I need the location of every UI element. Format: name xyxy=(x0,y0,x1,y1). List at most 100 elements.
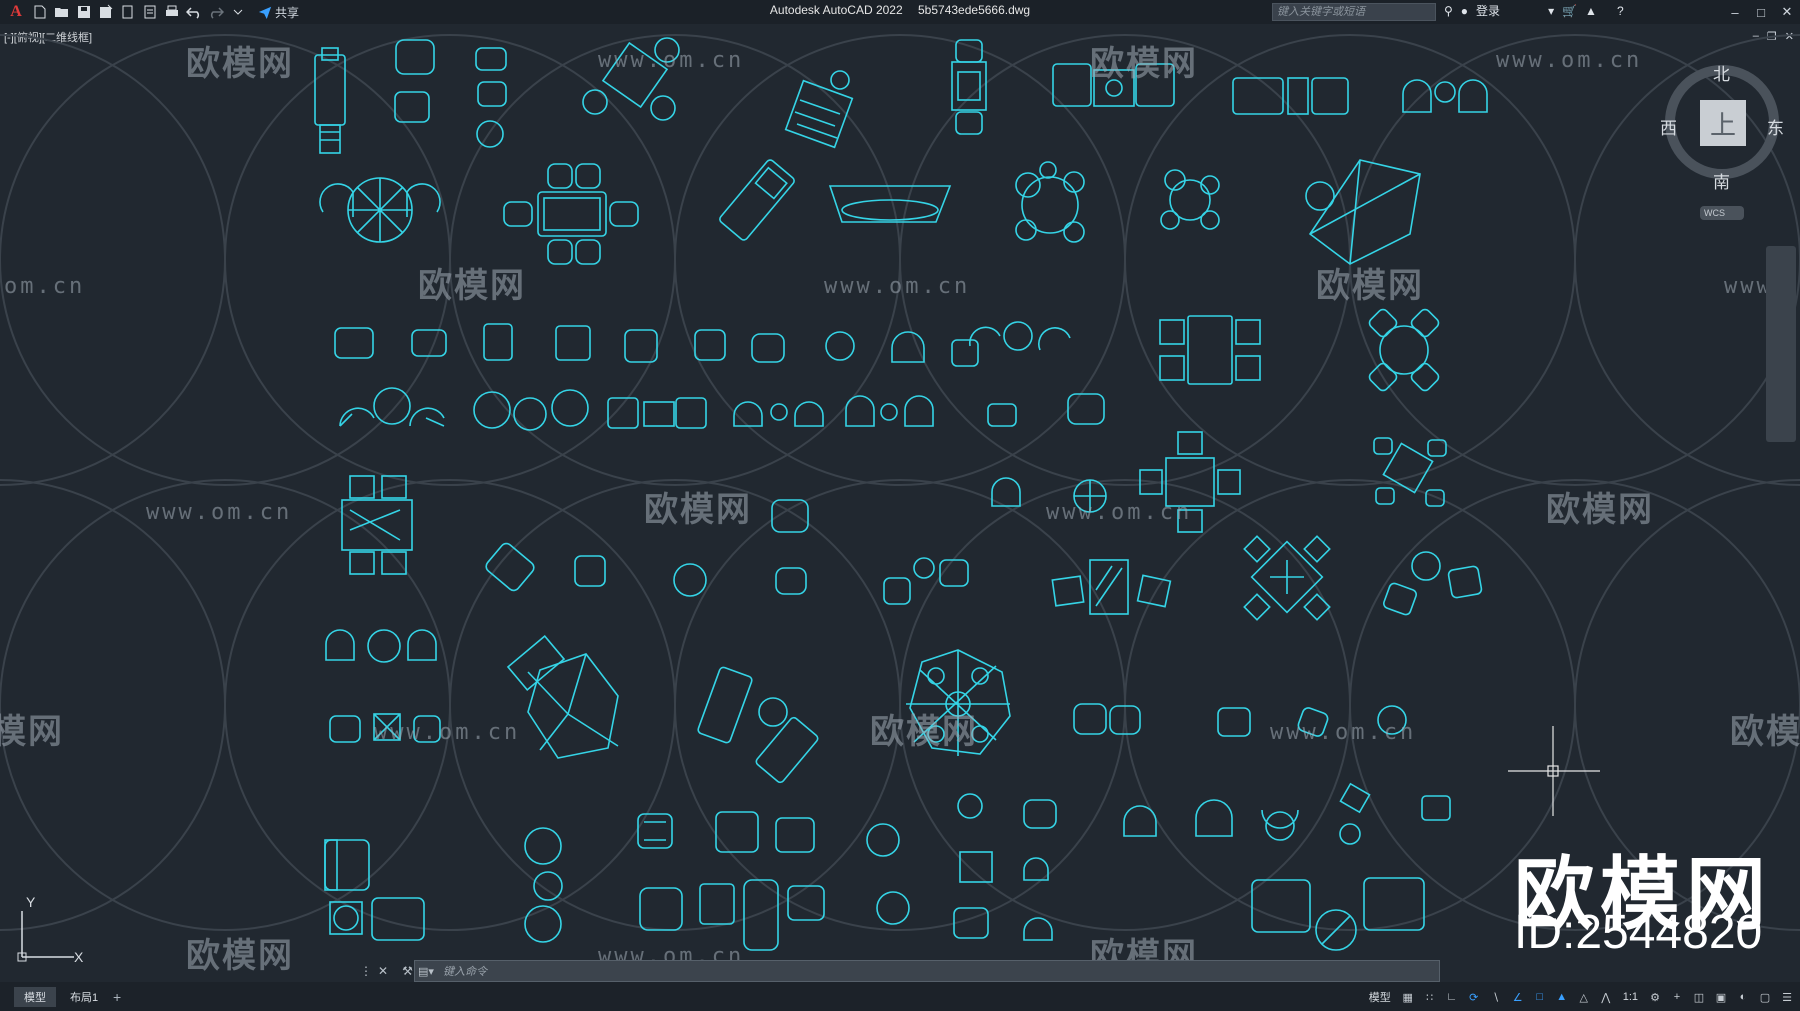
window-controls: – □ ✕ xyxy=(1722,0,1800,24)
ucs-y-label: Y xyxy=(26,895,36,910)
watermark-brand: 欧模网 xyxy=(186,937,294,975)
block-chair-pair-2 xyxy=(1073,703,1141,735)
watermark-brand: 欧模网 xyxy=(1546,491,1654,529)
ortho-icon[interactable]: ∟ xyxy=(1443,988,1461,1006)
isodraft-icon[interactable]: ∖ xyxy=(1487,988,1505,1006)
close-icon[interactable]: ✕ xyxy=(1774,0,1800,24)
save-as-icon[interactable] xyxy=(96,2,116,22)
chevron-down-icon[interactable]: ▾ xyxy=(1548,4,1554,18)
compass-north[interactable]: 北 xyxy=(1713,60,1730,85)
watermark-url: www.om.cn xyxy=(374,720,521,745)
watermark-url: www.om.cn xyxy=(1270,720,1417,745)
watermark-url: www.om.cn xyxy=(1496,48,1643,73)
watermark-brand: 欧模网 xyxy=(644,491,752,529)
share-label: 共享 xyxy=(275,5,300,20)
search-icon[interactable]: ⚲ xyxy=(1444,4,1453,18)
quick-properties-icon[interactable]: ▣ xyxy=(1712,988,1730,1006)
workspace-gear-icon[interactable]: ⚙ xyxy=(1646,988,1664,1006)
customize-chevron-icon[interactable] xyxy=(228,2,248,22)
maximize-icon[interactable]: □ xyxy=(1748,0,1774,24)
quick-access-toolbar: A 共享 xyxy=(0,0,299,24)
user-icon[interactable]: ● xyxy=(1461,4,1468,18)
watermark-brand: 欧模网 xyxy=(1730,713,1800,751)
cart-icon[interactable]: 🛒 xyxy=(1562,4,1577,18)
share-button[interactable]: 共享 xyxy=(258,4,299,21)
undo-icon[interactable] xyxy=(184,2,204,22)
watermark-url: www.om.cn xyxy=(824,274,971,299)
status-toggles: 模型 ▦ ∷ ∟ ⟳ ∖ ∠ □ ▲ △ ⋀ 1:1 ⚙ + ◫ ▣ ◐ ▢ ☰ xyxy=(1365,986,1796,1008)
block-shell-chair xyxy=(1261,809,1299,841)
compass-south[interactable]: 南 xyxy=(1713,168,1730,193)
block-umbrella-lounge xyxy=(1305,159,1421,265)
help-icon[interactable]: ? xyxy=(1617,4,1624,18)
file-name: 5b5743ede5666.dwg xyxy=(918,3,1031,17)
command-line-controls: ⋮ ✕ ⚒ xyxy=(360,960,413,982)
command-history-icon[interactable]: ▤▾ xyxy=(415,961,437,981)
plot-icon[interactable] xyxy=(118,2,138,22)
block-sofa-round-table xyxy=(1251,877,1425,951)
app-title: Autodesk AutoCAD 2022 xyxy=(769,3,903,17)
block-dining-table xyxy=(503,163,639,265)
watermark-brand: 欧模网 xyxy=(870,713,978,751)
open-folder-icon[interactable] xyxy=(52,2,72,22)
block-chair-group xyxy=(951,321,1071,367)
block-double-lounger xyxy=(697,666,819,784)
overlay-id: ID:2544820 xyxy=(1514,906,1763,959)
watermark-brand: 欧模网 xyxy=(1090,45,1198,83)
block-chair-round-table xyxy=(1383,551,1483,616)
crosshair-cursor xyxy=(1508,726,1600,816)
grid-icon[interactable]: ▦ xyxy=(1399,988,1417,1006)
customization-menu-icon[interactable]: ☰ xyxy=(1778,988,1796,1006)
add-layout-button[interactable]: + xyxy=(108,989,126,1005)
autocad-logo-icon[interactable]: A xyxy=(4,0,28,24)
grip-icon[interactable]: ⋮ xyxy=(360,964,372,978)
ucs-x-label: X xyxy=(74,949,84,965)
units-icon[interactable]: ◫ xyxy=(1690,988,1708,1006)
polar-icon[interactable]: ⟳ xyxy=(1465,988,1483,1006)
redo-icon[interactable] xyxy=(206,2,226,22)
annotation-scale-value[interactable]: 1:1 xyxy=(1619,991,1642,1003)
isolate-objects-icon[interactable]: ◐ xyxy=(1734,988,1752,1006)
object-snap-icon[interactable]: □ xyxy=(1531,988,1549,1006)
search-input[interactable]: 键入关键字或短语 xyxy=(1272,3,1436,21)
command-placeholder[interactable]: 键入命令 xyxy=(437,963,487,979)
block-flower-arrangement-2 xyxy=(1160,169,1220,230)
block-armchair-pair xyxy=(339,387,445,427)
publish-icon[interactable] xyxy=(140,2,160,22)
block-chair-pair xyxy=(1402,79,1488,113)
compass-east[interactable]: 东 xyxy=(1767,114,1784,139)
wcs-menu[interactable]: WCS xyxy=(1700,206,1744,220)
compass-west[interactable]: 西 xyxy=(1660,114,1677,139)
model-space-button[interactable]: 模型 xyxy=(1365,989,1395,1005)
tab-layout1[interactable]: 布局1 xyxy=(60,987,108,1007)
block-coffee-table-set xyxy=(1051,559,1172,615)
annotation-visibility-icon[interactable]: ▲ xyxy=(1553,988,1571,1006)
clean-screen-icon[interactable]: ▢ xyxy=(1756,988,1774,1006)
block-sofa-table xyxy=(607,397,707,429)
plus-icon[interactable]: + xyxy=(1668,988,1686,1006)
title-right-tools: ⚲ ● 登录 ▾ 🛒 ▲ ? xyxy=(1444,2,1624,19)
wrench-icon[interactable]: ⚒ xyxy=(402,964,413,978)
new-file-icon[interactable] xyxy=(30,2,50,22)
ucs-icon: Y X xyxy=(17,895,84,965)
watermark-brand: 欧模网 xyxy=(186,45,294,83)
block-chair-trio xyxy=(883,557,969,605)
block-flower-arrangement xyxy=(1015,161,1085,243)
object-snap-tracking-icon[interactable]: ∠ xyxy=(1509,988,1527,1006)
command-input[interactable]: ▤▾ 键入命令 xyxy=(414,960,1440,982)
minimize-icon[interactable]: – xyxy=(1722,0,1748,24)
annotation-scale-icon[interactable]: ⋀ xyxy=(1597,988,1615,1006)
watermark-brand: 欧模网 xyxy=(0,713,64,751)
block-table-4chairs-tall xyxy=(341,475,413,575)
viewcube-top-face[interactable]: 上 xyxy=(1700,100,1746,146)
auto-scale-icon[interactable]: △ xyxy=(1575,988,1593,1006)
save-icon[interactable] xyxy=(74,2,94,22)
tab-model[interactable]: 模型 xyxy=(14,986,56,1007)
print-icon[interactable] xyxy=(162,2,182,22)
navigation-bar[interactable] xyxy=(1766,246,1796,442)
a360-icon[interactable]: ▲ xyxy=(1585,4,1597,18)
watermark-brand: 欧模网 xyxy=(1316,267,1424,305)
close-command-icon[interactable]: ✕ xyxy=(378,964,388,978)
login-label[interactable]: 登录 xyxy=(1476,2,1500,19)
snap-icon[interactable]: ∷ xyxy=(1421,988,1439,1006)
